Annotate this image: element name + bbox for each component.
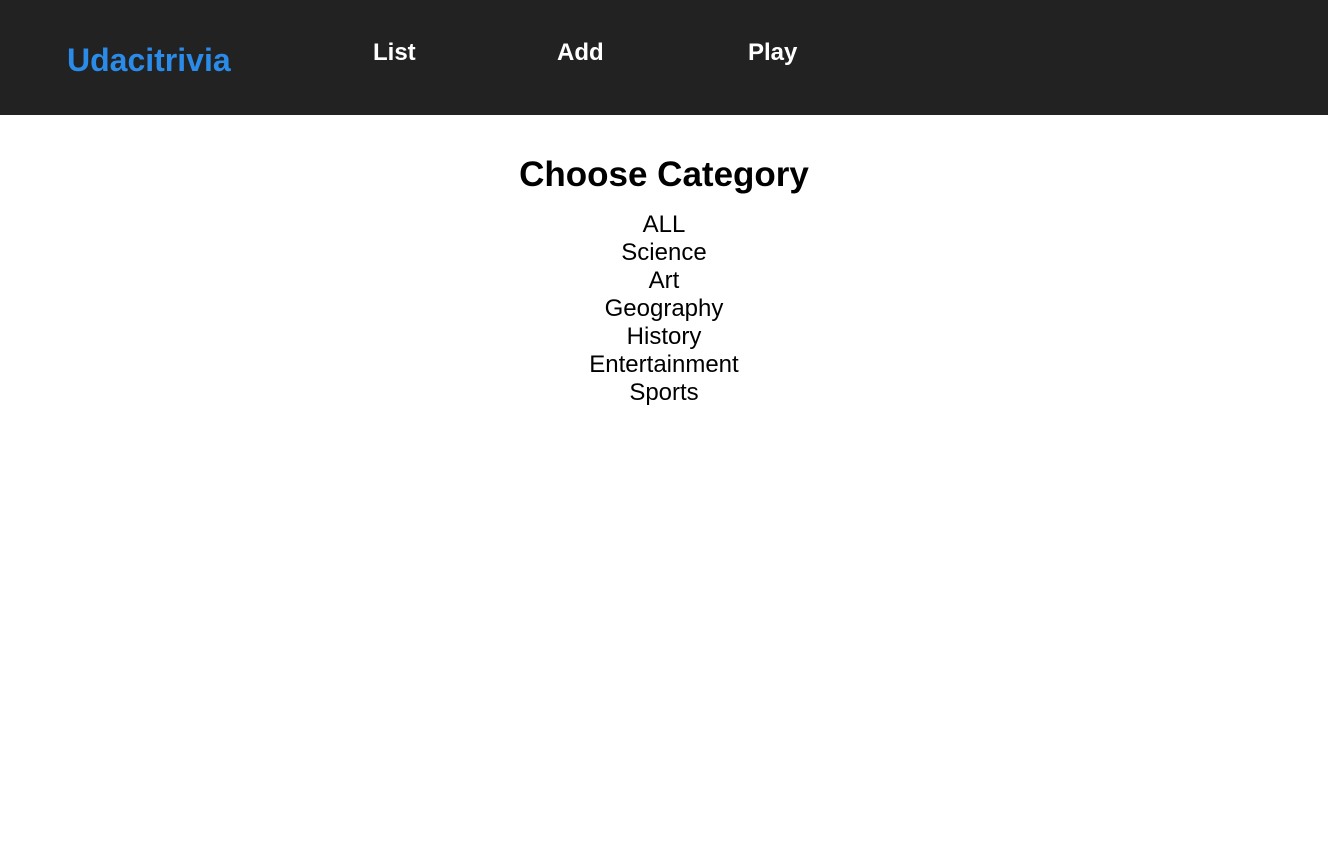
category-art[interactable]: Art [0,267,1328,295]
category-sports[interactable]: Sports [0,379,1328,407]
quiz-play-view: Choose Category ALL Science Art Geograph… [0,115,1328,407]
nav-play-link[interactable]: Play [748,38,797,68]
category-geography[interactable]: Geography [0,295,1328,323]
category-entertainment[interactable]: Entertainment [0,351,1328,379]
category-history[interactable]: History [0,323,1328,351]
category-list: ALL Science Art Geography History Entert… [0,211,1328,407]
nav-list-link[interactable]: List [373,38,416,68]
category-science[interactable]: Science [0,239,1328,267]
page-title: Choose Category [519,155,809,194]
category-all[interactable]: ALL [0,211,1328,239]
app-header: Udacitrivia List Add Play [0,0,1328,115]
nav-add-link[interactable]: Add [557,38,604,68]
app-logo[interactable]: Udacitrivia [67,40,231,80]
